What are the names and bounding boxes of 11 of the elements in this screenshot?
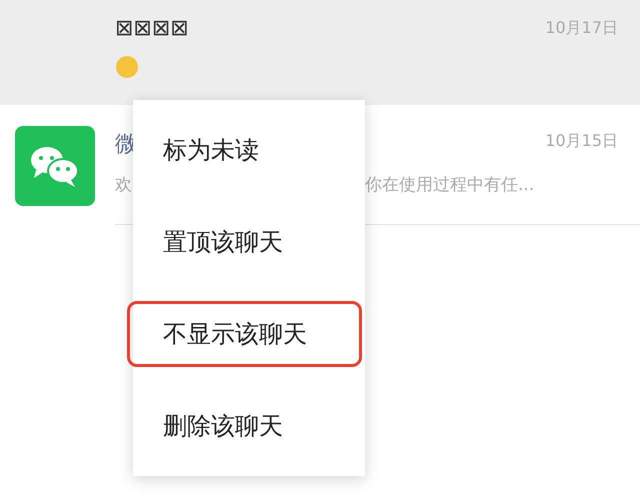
emoji-icon bbox=[115, 55, 139, 79]
menu-item[interactable]: 置顶该聊天 bbox=[127, 209, 362, 275]
chat-time: 10月15日 bbox=[545, 131, 618, 152]
chat-preview: 欢 bbox=[115, 174, 133, 196]
pinned-chat-row[interactable]: ⊠⊠⊠⊠ 10月17日 bbox=[0, 0, 640, 105]
chat-bubbles-icon bbox=[15, 126, 95, 206]
chat-time: 10月17日 bbox=[545, 18, 618, 39]
menu-item[interactable]: 删除该聊天 bbox=[127, 393, 362, 459]
chat-name: ⊠⊠⊠⊠ bbox=[115, 16, 189, 41]
menu-item[interactable]: 不显示该聊天 bbox=[127, 301, 362, 367]
chat-preview: 你在使用过程中有任... bbox=[365, 174, 534, 196]
